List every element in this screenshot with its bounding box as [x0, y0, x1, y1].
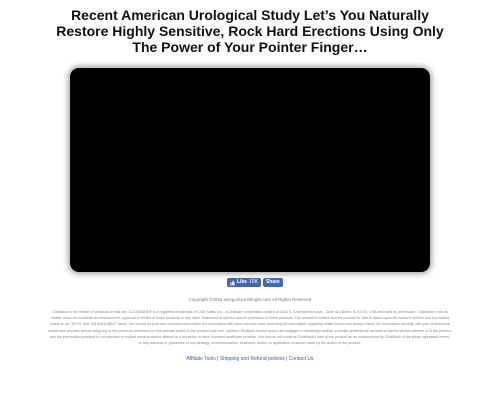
footer-link-affiliate-tools[interactable]: Affiliate Tools	[187, 356, 216, 362]
share-label: Share	[265, 279, 280, 285]
facebook-share-button[interactable]: Share	[262, 278, 283, 287]
copyright-text: Copyright ©2016 usingonlyonefinger.com A…	[188, 297, 312, 302]
video-player[interactable]	[70, 68, 430, 272]
footer-separator: |	[217, 356, 219, 362]
like-label: Like	[237, 279, 248, 285]
facebook-like-bar: Like 10K Share	[227, 278, 283, 287]
page: Recent American Urological Study Let’s Y…	[0, 0, 500, 400]
footer-separator: |	[286, 356, 288, 362]
thumbs-up-icon	[230, 280, 235, 285]
clickbank-disclaimer: ClickBank is the retailer of products on…	[48, 310, 452, 346]
footer-links: Affiliate Tools | Shipping and Refund po…	[0, 356, 500, 362]
like-count: 10K	[249, 279, 258, 285]
page-headline: Recent American Urological Study Let’s Y…	[56, 7, 444, 55]
footer-link-contact-us[interactable]: Contact Us	[289, 356, 314, 362]
facebook-like-button[interactable]: Like 10K	[227, 278, 261, 287]
footer-link-shipping-refund[interactable]: Shipping and Refund policies	[220, 356, 285, 362]
